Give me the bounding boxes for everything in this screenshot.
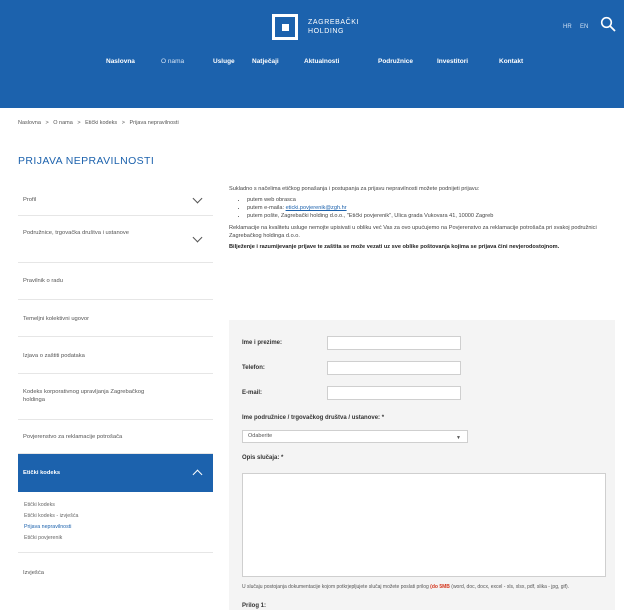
nav-branches[interactable]: Podružnice	[378, 58, 413, 65]
sidebar-item-label: Podružnice, trgovačka društva i ustanove	[23, 230, 130, 236]
breadcrumb-home[interactable]: Naslovna	[18, 120, 41, 126]
nav-news[interactable]: Aktualnosti	[304, 58, 339, 65]
sidebar-item-label: Izjava o zaštiti podataka	[23, 353, 85, 359]
sidebar-item-branches[interactable]: Podružnice, trgovačka društva i ustanove	[18, 216, 213, 263]
search-icon[interactable]	[600, 16, 616, 32]
branch-select[interactable]: Odaberite ▼	[242, 430, 468, 443]
nav-investors[interactable]: Investitori	[437, 58, 468, 65]
sidebar-item-label: Povjerenstvo za reklamacije potrošača	[23, 434, 123, 440]
page-title: PRIJAVA NEPRAVILNOSTI	[18, 155, 155, 167]
breadcrumb-separator: >	[77, 120, 81, 126]
subnav-item[interactable]: Etički kodeks	[24, 500, 213, 511]
list-item: putem web obrasca	[247, 196, 615, 204]
sidebar-item-ethics-code[interactable]: Etički kodeks	[18, 454, 213, 492]
sidebar-item-label: Pravilnik o radu	[23, 278, 63, 284]
nav-home[interactable]: Naslovna	[106, 58, 135, 65]
sidebar-item-label: Profil	[23, 197, 37, 203]
main-nav: Naslovna O nama Usluge Natječaji Aktualn…	[0, 58, 624, 70]
list-item: putem e-maila: eticki.povjerenik@zgh.hr	[247, 204, 615, 212]
complaints-paragraph: Reklamacije na kvalitetu usluge nemojte …	[229, 225, 597, 239]
sidebar-item-label: Etički kodeks	[23, 470, 61, 476]
sidebar-subnav: Etički kodeks Etički kodeks - izvješća P…	[18, 492, 213, 553]
sidebar-item-privacy-statement[interactable]: Izjava o zaštiti podataka	[18, 337, 213, 374]
sidebar-item-label: Kodeks korporativnog upravljanja Zagreba…	[23, 389, 145, 403]
sidebar-item-label: Temeljni kolektivni ugovor	[23, 316, 90, 322]
email-field[interactable]	[327, 386, 461, 400]
logo-text-line1: ZAGREBAČKI	[308, 19, 360, 26]
email-link[interactable]: eticki.povjerenik@zgh.hr	[286, 205, 347, 211]
description-label: Opis slučaja: *	[242, 455, 284, 461]
intro-paragraph: Sukladno s načelima etičkog ponašanja i …	[229, 186, 480, 192]
description-textarea[interactable]	[242, 473, 606, 577]
language-hr-link[interactable]: HR	[563, 24, 572, 30]
logo-mark-icon	[272, 14, 298, 40]
branch-select-value: Odaberite	[248, 433, 273, 439]
subnav-item[interactable]: Etički kodeks - izvješća	[24, 511, 213, 522]
nav-services[interactable]: Usluge	[213, 58, 235, 65]
sidebar-item-governance-code[interactable]: Kodeks korporativnog upravljanja Zagreba…	[18, 374, 213, 420]
phone-field[interactable]	[327, 361, 461, 375]
logo-text-line2: HOLDING	[308, 28, 345, 35]
submission-methods-list: putem web obrasca putem e-maila: eticki.…	[247, 196, 615, 220]
name-field[interactable]	[327, 336, 461, 350]
email-label: E-mail:	[242, 390, 263, 396]
site-header: ZAGREBAČKI HOLDING HR EN Naslovna O nama…	[0, 0, 624, 108]
breadcrumb-ethics-code[interactable]: Etički kodeks	[85, 120, 117, 126]
breadcrumb-current: Prijava nepravilnosti	[129, 120, 179, 126]
nav-tenders[interactable]: Natječaji	[252, 58, 279, 65]
list-item: putem pošte, Zagrebački holding d.o.o., …	[247, 212, 615, 220]
site-logo[interactable]: ZAGREBAČKI HOLDING	[272, 14, 359, 40]
sidebar-item-profile[interactable]: Profil	[18, 185, 213, 216]
nav-about[interactable]: O nama	[161, 58, 184, 65]
breadcrumb-about[interactable]: O nama	[53, 120, 73, 126]
subnav-item[interactable]: Etički povjerenik	[24, 533, 213, 544]
branch-label: Ime podružnice / trgovačkog društva / us…	[242, 415, 385, 421]
chevron-down-icon[interactable]	[192, 232, 203, 243]
name-label: Ime i prezime:	[242, 340, 283, 346]
breadcrumb-separator: >	[121, 120, 125, 126]
breadcrumb: Naslovna > O nama > Etički kodeks > Prij…	[18, 120, 182, 126]
important-note: Bilježenje i razumijevanje prijave te za…	[229, 244, 560, 250]
nav-contact[interactable]: Kontakt	[499, 58, 523, 65]
report-form: Ime i prezime: Telefon: E-mail: Ime podr…	[229, 320, 615, 610]
sidebar-item-label: Izvješća	[23, 570, 44, 576]
main-content: Sukladno s načelima etičkog ponašanja i …	[229, 185, 615, 254]
language-en-link[interactable]: EN	[580, 24, 588, 30]
caret-down-icon: ▼	[456, 435, 461, 441]
breadcrumb-separator: >	[45, 120, 49, 126]
attachment-note: U slučaju postojanja dokumentacije kojom…	[242, 584, 570, 590]
attachment-label: Prilog 1:	[242, 603, 267, 609]
phone-label: Telefon:	[242, 365, 265, 371]
sidebar-item-collective-agreement[interactable]: Temeljni kolektivni ugovor	[18, 300, 213, 337]
sidebar-nav: Profil Podružnice, trgovačka društva i u…	[18, 185, 213, 587]
subnav-item-current[interactable]: Prijava nepravilnosti	[24, 522, 213, 533]
sidebar-item-work-rules[interactable]: Pravilnik o radu	[18, 263, 213, 300]
chevron-down-icon[interactable]	[192, 193, 203, 204]
chevron-up-icon[interactable]	[192, 469, 203, 480]
sidebar-item-complaints-commission[interactable]: Povjerenstvo za reklamacije potrošača	[18, 420, 213, 454]
sidebar-item-reports[interactable]: Izvješća	[18, 553, 213, 587]
